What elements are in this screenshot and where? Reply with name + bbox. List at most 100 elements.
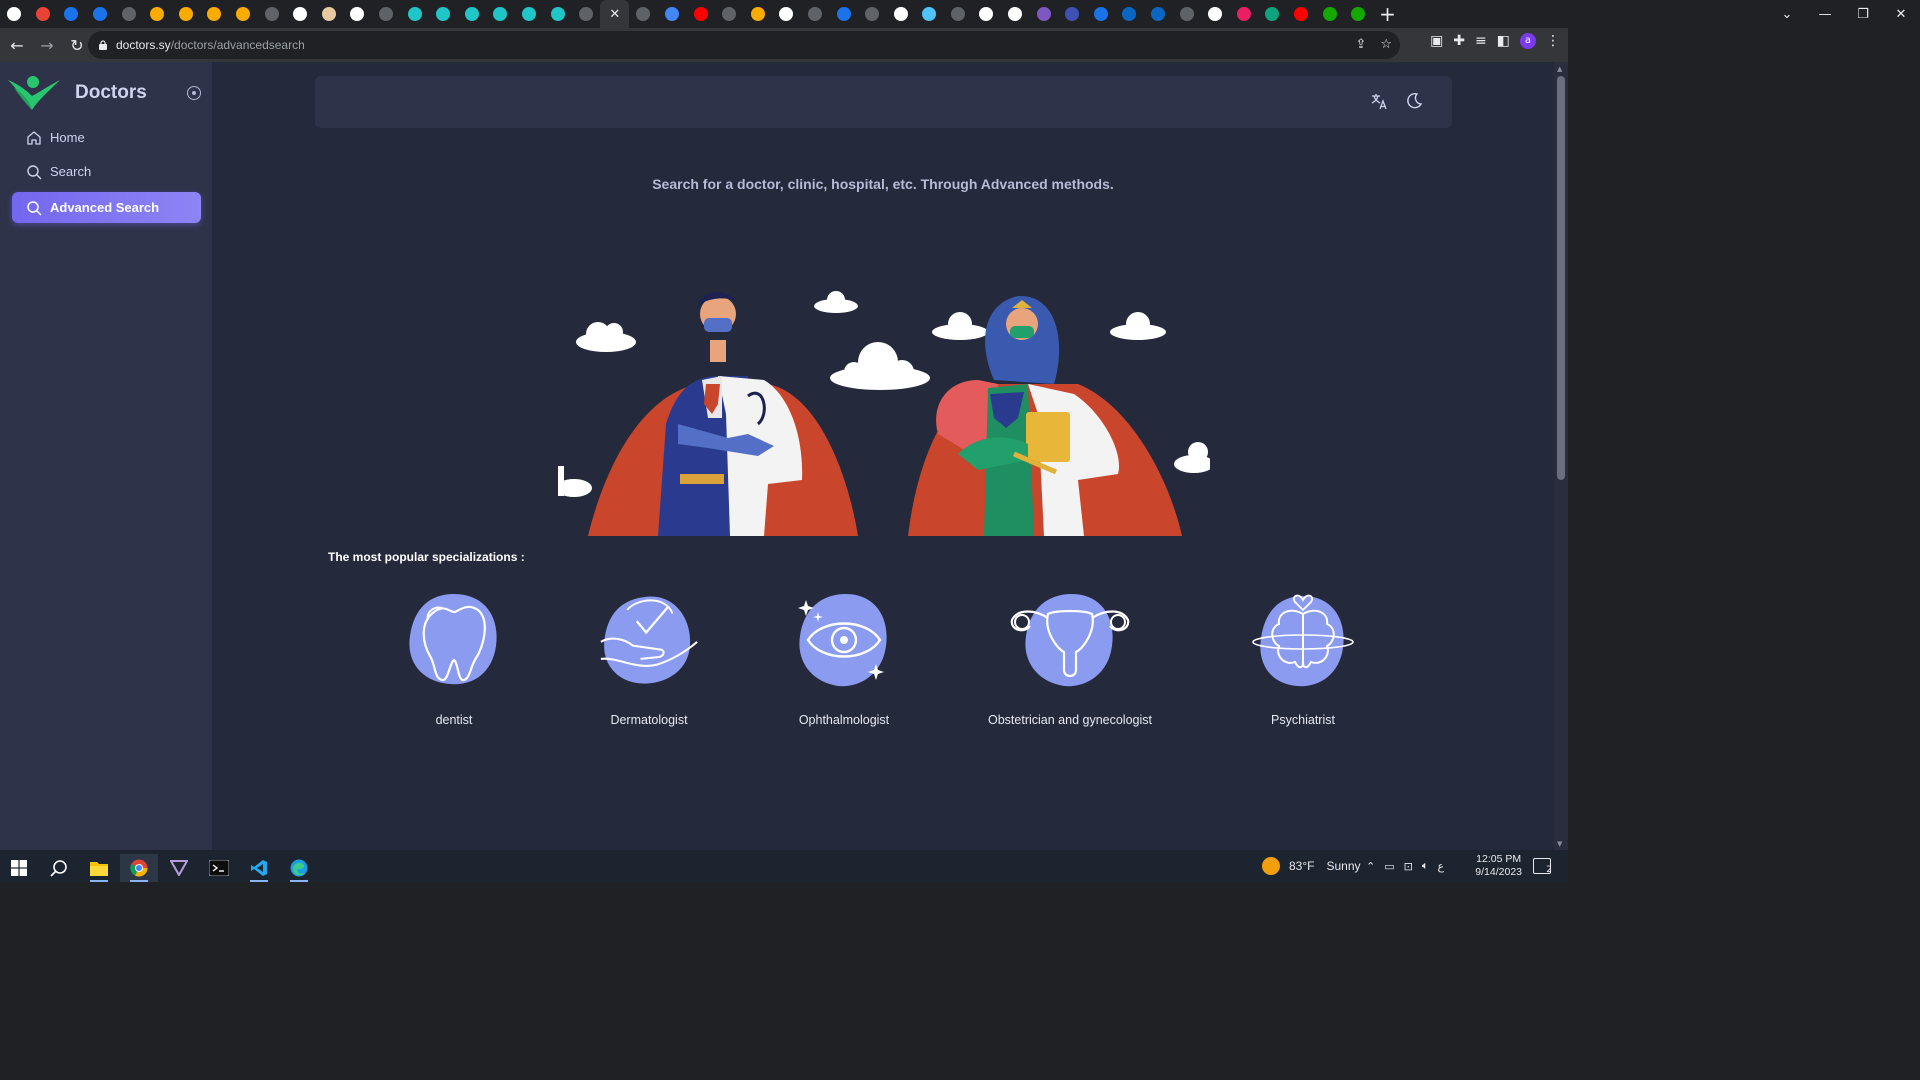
- media-queue-icon[interactable]: ≡: [1475, 33, 1487, 49]
- browser-tab[interactable]: [29, 0, 58, 28]
- browser-tab[interactable]: [372, 0, 401, 28]
- browser-tab[interactable]: [1001, 0, 1030, 28]
- browser-tab[interactable]: [1087, 0, 1116, 28]
- bookmark-star-icon[interactable]: ☆: [1380, 37, 1392, 52]
- back-button[interactable]: ←: [4, 36, 30, 55]
- specialization-psychiatrist[interactable]: Psychiatrist: [1251, 590, 1355, 727]
- taskbar-search-button[interactable]: [40, 854, 78, 882]
- browser-tab[interactable]: [1258, 0, 1287, 28]
- browser-tab[interactable]: [772, 0, 801, 28]
- browser-tab[interactable]: [1029, 0, 1058, 28]
- address-bar[interactable]: doctors.sy/doctors/advancedsearch ⇪ ☆: [88, 31, 1400, 59]
- browser-tab[interactable]: [1287, 0, 1316, 28]
- browser-tab[interactable]: [315, 0, 344, 28]
- browser-tab[interactable]: [572, 0, 601, 28]
- browser-tab[interactable]: [486, 0, 515, 28]
- weather-widget[interactable]: 83°F Sunny: [1262, 850, 1361, 882]
- network-icon[interactable]: ⊡: [1404, 860, 1413, 873]
- sidebar-item-home[interactable]: Home: [12, 122, 201, 153]
- puzzle-extensions-icon[interactable]: ✚: [1453, 33, 1465, 49]
- browser-tab[interactable]: [629, 0, 658, 28]
- browser-tab[interactable]: [1115, 0, 1144, 28]
- browser-tab[interactable]: [829, 0, 858, 28]
- browser-tab[interactable]: [458, 0, 487, 28]
- browser-tab[interactable]: [286, 0, 315, 28]
- browser-tab[interactable]: [257, 0, 286, 28]
- sidebar-toggle-button[interactable]: [187, 86, 201, 100]
- specialization-ophthalmologist[interactable]: Ophthalmologist: [794, 590, 894, 727]
- notification-count: 2: [1546, 865, 1552, 875]
- input-language-icon[interactable]: ع: [1437, 860, 1444, 873]
- browser-tab[interactable]: [1058, 0, 1087, 28]
- browser-tab[interactable]: [1172, 0, 1201, 28]
- scrollbar-thumb[interactable]: [1557, 76, 1565, 480]
- browser-tab[interactable]: [515, 0, 544, 28]
- taskbar-clock[interactable]: 12:05 PM 9/14/2023: [1475, 853, 1522, 879]
- browser-tab[interactable]: [343, 0, 372, 28]
- browser-tab[interactable]: [1201, 0, 1230, 28]
- forward-button[interactable]: →: [34, 36, 60, 55]
- close-window-button[interactable]: ✕: [1882, 7, 1920, 22]
- meet-now-icon[interactable]: ▭: [1384, 860, 1394, 873]
- volume-icon[interactable]: 🔈︎: [1422, 859, 1429, 873]
- taskbar-file-explorer[interactable]: [80, 854, 118, 882]
- tab-search-icon[interactable]: ⌄: [1768, 7, 1806, 22]
- browser-tab[interactable]: [143, 0, 172, 28]
- browser-tab[interactable]: [57, 0, 86, 28]
- browser-tab[interactable]: [429, 0, 458, 28]
- restore-button[interactable]: ❐: [1844, 7, 1882, 22]
- close-tab-icon[interactable]: ✕: [609, 7, 620, 22]
- taskbar-edge[interactable]: [280, 854, 318, 882]
- browser-tab[interactable]: [886, 0, 915, 28]
- page-scrollbar[interactable]: ▲ ▼: [1554, 62, 1568, 850]
- active-browser-tab[interactable]: ✕: [600, 0, 630, 28]
- browser-tab[interactable]: [658, 0, 687, 28]
- browser-tab[interactable]: [1230, 0, 1259, 28]
- browser-tab[interactable]: [915, 0, 944, 28]
- dark-mode-moon-icon[interactable]: [1405, 92, 1423, 110]
- windows-start-button[interactable]: [0, 854, 38, 882]
- browser-tab[interactable]: [400, 0, 429, 28]
- browser-tab[interactable]: [1344, 0, 1373, 28]
- browser-tab[interactable]: [686, 0, 715, 28]
- browser-tab[interactable]: [114, 0, 143, 28]
- specialization-dermatologist[interactable]: Dermatologist: [596, 590, 702, 727]
- taskbar-vpn-app[interactable]: [160, 854, 198, 882]
- reload-button[interactable]: ↻: [64, 36, 90, 55]
- extension-icon[interactable]: ▣: [1430, 33, 1443, 49]
- specialization-dentist[interactable]: dentist: [404, 590, 504, 727]
- brand-name: Doctors: [75, 82, 147, 103]
- browser-tab[interactable]: [972, 0, 1001, 28]
- sidebar-item-search[interactable]: Search: [12, 156, 201, 187]
- browser-tab[interactable]: [743, 0, 772, 28]
- browser-tab[interactable]: [1144, 0, 1173, 28]
- browser-tab[interactable]: [858, 0, 887, 28]
- share-icon[interactable]: ⇪: [1355, 37, 1366, 52]
- scroll-down-arrow[interactable]: ▼: [1557, 840, 1562, 848]
- taskbar-vscode[interactable]: [240, 854, 278, 882]
- browser-tab[interactable]: [543, 0, 572, 28]
- browser-tab[interactable]: [801, 0, 830, 28]
- browser-tab[interactable]: [944, 0, 973, 28]
- side-panel-icon[interactable]: ◧: [1497, 33, 1510, 49]
- browser-menu-icon[interactable]: ⋮: [1546, 33, 1560, 49]
- scroll-up-arrow[interactable]: ▲: [1557, 65, 1562, 73]
- browser-tab[interactable]: [200, 0, 229, 28]
- notifications-button[interactable]: 2: [1533, 850, 1552, 882]
- taskbar-chrome[interactable]: [120, 854, 158, 882]
- new-tab-button[interactable]: +: [1373, 2, 1403, 26]
- chevron-up-icon[interactable]: ⌃: [1366, 860, 1375, 873]
- browser-tab[interactable]: [86, 0, 115, 28]
- minimize-button[interactable]: —: [1806, 7, 1844, 22]
- browser-tab[interactable]: [229, 0, 258, 28]
- translate-icon[interactable]: [1370, 92, 1388, 110]
- browser-tab[interactable]: [1315, 0, 1344, 28]
- specialization-obstetrician-gynecologist[interactable]: Obstetrician and gynecologist: [985, 590, 1155, 727]
- brand-logo[interactable]: [8, 74, 64, 114]
- browser-tab[interactable]: [172, 0, 201, 28]
- sidebar-item-advanced-search[interactable]: Advanced Search: [12, 192, 201, 223]
- browser-tab[interactable]: [0, 0, 29, 28]
- profile-avatar[interactable]: a: [1520, 33, 1536, 49]
- taskbar-terminal[interactable]: [200, 854, 238, 882]
- browser-tab[interactable]: [715, 0, 744, 28]
